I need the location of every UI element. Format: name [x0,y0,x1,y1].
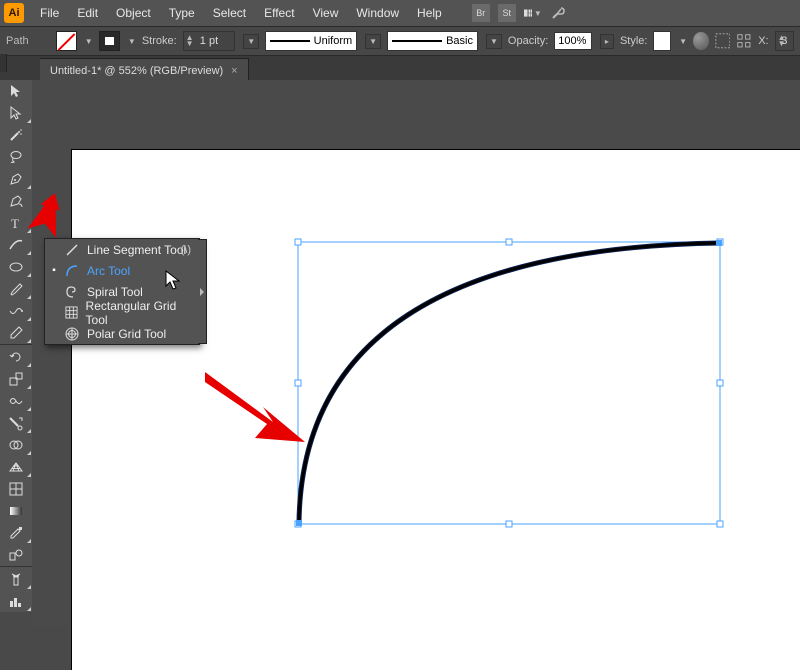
menu-select[interactable]: Select [205,2,254,24]
eyedropper-tool[interactable] [0,522,32,544]
arc-icon [65,264,79,278]
search-icon[interactable] [550,3,568,24]
document-tab-title: Untitled-1* @ 552% (RGB/Preview) [50,65,223,77]
menu-file[interactable]: File [32,2,67,24]
brush-definition-dropdown[interactable]: Basic [387,31,478,51]
chevron-down-icon[interactable]: ▼ [365,34,381,49]
style-label: Style: [620,35,648,47]
artboard[interactable] [72,150,800,670]
line-segment-icon [65,243,79,257]
close-icon[interactable]: × [231,65,237,77]
opacity-input[interactable]: 100% [554,32,592,50]
style-swatch[interactable] [653,31,671,51]
free-transform-tool[interactable] [0,412,32,434]
selection-type-label: Path [6,35,50,47]
menu-effect[interactable]: Effect [256,2,302,24]
eraser-tool[interactable] [0,322,32,344]
right-icon-group: Br St ▼ [472,3,568,24]
chevron-down-icon[interactable]: ▼ [486,34,502,49]
control-bar: Path ▼ ▼ Stroke: ▲▼1 pt ▼ Uniform ▼ Basi… [0,26,800,56]
menu-bar: Ai File Edit Object Type Select Effect V… [0,0,800,26]
recolor-artwork-icon[interactable] [693,32,709,50]
shape-builder-tool[interactable] [0,434,32,456]
app-logo: Ai [4,3,24,23]
dock-strip [0,54,7,72]
selected-marker: ▪ [51,265,57,276]
flyout-item-label: Spiral Tool [87,285,143,299]
flyout-item-label: Arc Tool [87,264,130,278]
rectangle-tool[interactable] [0,256,32,278]
flyout-line-segment-tool[interactable]: Line Segment Tool (\) [45,239,199,260]
scale-tool[interactable] [0,368,32,390]
direct-selection-tool[interactable] [0,102,32,124]
x-coord-label: X: [758,35,768,47]
align-icon[interactable] [715,32,731,50]
stroke-swatch[interactable] [99,31,120,51]
width-tool[interactable] [0,390,32,412]
stroke-label: Stroke: [142,35,177,47]
rotate-tool[interactable] [0,346,32,368]
chevron-down-icon[interactable]: ▼ [85,37,93,46]
magic-wand-tool[interactable] [0,124,32,146]
flyout-item-label: Polar Grid Tool [87,327,166,341]
symbol-sprayer-tool[interactable] [0,568,32,590]
annotation-arrow [27,192,67,242]
lasso-tool[interactable] [0,146,32,168]
flyout-rectangular-grid-tool[interactable]: Rectangular Grid Tool [45,302,199,323]
flyout-polar-grid-tool[interactable]: Polar Grid Tool [45,323,199,344]
x-coord-input[interactable]: ▲▼3 [775,31,794,51]
chevron-right-icon[interactable]: ▸ [600,34,614,49]
menu-help[interactable]: Help [409,2,450,24]
pen-tool[interactable] [0,168,32,190]
menu-object[interactable]: Object [108,2,159,24]
toolbox: T [0,80,32,612]
variable-width-profile-dropdown[interactable]: Uniform [265,31,357,51]
chevron-down-icon[interactable]: ▼ [679,37,687,46]
spiral-icon [65,285,79,299]
transform-icon[interactable] [736,32,752,50]
menu-view[interactable]: View [305,2,347,24]
menu-window[interactable]: Window [348,2,407,24]
tearoff-handle[interactable] [198,239,207,344]
stock-icon[interactable]: St [498,4,516,22]
canvas[interactable] [32,80,800,626]
document-tab-bar: Untitled-1* @ 552% (RGB/Preview) × [0,56,800,82]
flyout-item-label: Line Segment Tool [87,243,186,257]
fill-swatch[interactable] [56,31,77,51]
arrange-documents-icon[interactable]: ▼ [524,4,542,22]
pencil-tool[interactable] [0,300,32,322]
paintbrush-tool[interactable] [0,278,32,300]
bridge-icon[interactable]: Br [472,4,490,22]
perspective-grid-tool[interactable] [0,456,32,478]
artwork-svg [72,150,800,670]
svg-text:T: T [11,216,19,231]
column-graph-tool[interactable] [0,590,32,612]
chevron-down-icon[interactable]: ▼ [128,37,136,46]
stroke-weight-input[interactable]: ▲▼1 pt [183,31,236,51]
selection-tool[interactable] [0,80,32,102]
annotation-arrow [205,372,305,452]
menu-type[interactable]: Type [161,2,203,24]
chevron-down-icon[interactable]: ▼ [243,34,259,49]
opacity-label: Opacity: [508,35,548,47]
mesh-tool[interactable] [0,478,32,500]
flyout-item-shortcut: (\) [181,244,191,256]
menu-edit[interactable]: Edit [69,2,106,24]
gradient-tool[interactable] [0,500,32,522]
blend-tool[interactable] [0,544,32,566]
cursor-icon [165,270,183,295]
polar-grid-icon [65,327,79,341]
rect-grid-icon [65,306,78,320]
document-tab[interactable]: Untitled-1* @ 552% (RGB/Preview) × [40,58,249,82]
